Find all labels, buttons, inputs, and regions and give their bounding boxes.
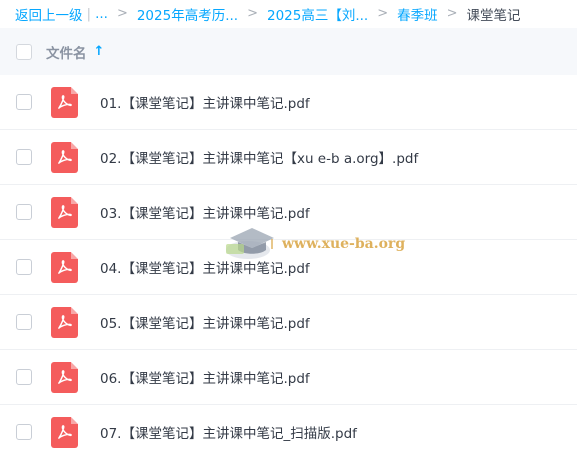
file-name[interactable]: 01.【课堂笔记】主讲课中笔记.pdf	[100, 92, 310, 112]
file-name[interactable]: 06.【课堂笔记】主讲课中笔记.pdf	[100, 367, 310, 387]
pdf-icon	[51, 141, 78, 173]
pdf-icon	[51, 86, 78, 118]
list-item[interactable]: 01.【课堂笔记】主讲课中笔记.pdf	[0, 75, 577, 130]
file-name[interactable]: 02.【课堂笔记】主讲课中笔记【xu e-b a.org】.pdf	[100, 147, 418, 167]
row-checkbox[interactable]	[16, 94, 32, 110]
row-checkbox[interactable]	[16, 369, 32, 385]
file-name[interactable]: 07.【课堂笔记】主讲课中笔记_扫描版.pdf	[100, 422, 357, 442]
row-checkbox[interactable]	[16, 149, 32, 165]
list-item[interactable]: 07.【课堂笔记】主讲课中笔记_扫描版.pdf	[0, 405, 577, 456]
list-item[interactable]: 05.【课堂笔记】主讲课中笔记.pdf	[0, 295, 577, 350]
breadcrumb-item-grade[interactable]: 2025高三【刘...	[267, 4, 368, 24]
breadcrumb-current: 课堂笔记	[466, 7, 521, 24]
file-name[interactable]: 04.【课堂笔记】主讲课中笔记.pdf	[100, 257, 310, 277]
back-link[interactable]: 返回上一级	[15, 4, 83, 24]
filename-column-header[interactable]: 文件名	[46, 42, 87, 62]
file-name[interactable]: 03.【课堂笔记】主讲课中笔记.pdf	[100, 202, 310, 222]
file-name[interactable]: 05.【课堂笔记】主讲课中笔记.pdf	[100, 312, 310, 332]
row-checkbox[interactable]	[16, 424, 32, 440]
row-checkbox[interactable]	[16, 259, 32, 275]
file-list: 01.【课堂笔记】主讲课中笔记.pdf 02.【课堂笔记】主讲课中笔记【xu e…	[0, 75, 577, 456]
row-checkbox[interactable]	[16, 314, 32, 330]
pdf-icon	[51, 306, 78, 338]
chevron-right-icon: >	[116, 6, 128, 21]
breadcrumb-divider: |	[86, 5, 92, 22]
row-checkbox[interactable]	[16, 204, 32, 220]
pdf-icon	[51, 416, 78, 448]
breadcrumb-item-spring[interactable]: 春季班	[397, 4, 438, 24]
list-item[interactable]: 06.【课堂笔记】主讲课中笔记.pdf	[0, 350, 577, 405]
breadcrumb-item-history[interactable]: 2025年高考历...	[137, 4, 238, 24]
pdf-icon	[51, 251, 78, 283]
file-browser: 返回上一级 | ... > 2025年高考历... > 2025高三【刘... …	[0, 0, 577, 456]
select-all-checkbox[interactable]	[16, 43, 32, 60]
chevron-right-icon: >	[446, 6, 458, 21]
list-item[interactable]: 03.【课堂笔记】主讲课中笔记.pdf	[0, 185, 577, 240]
chevron-right-icon: >	[247, 6, 258, 21]
pdf-icon	[51, 361, 78, 393]
list-item[interactable]: 04.【课堂笔记】主讲课中笔记.pdf	[0, 240, 577, 295]
breadcrumb-ellipsis[interactable]: ...	[95, 6, 108, 22]
list-header: 文件名 ↑	[0, 28, 577, 75]
pdf-icon	[51, 196, 78, 228]
sort-ascending-icon[interactable]: ↑	[94, 44, 105, 59]
chevron-right-icon: >	[377, 6, 389, 21]
breadcrumb: 返回上一级 | ... > 2025年高考历... > 2025高三【刘... …	[0, 0, 577, 27]
list-item[interactable]: 02.【课堂笔记】主讲课中笔记【xu e-b a.org】.pdf	[0, 130, 577, 185]
